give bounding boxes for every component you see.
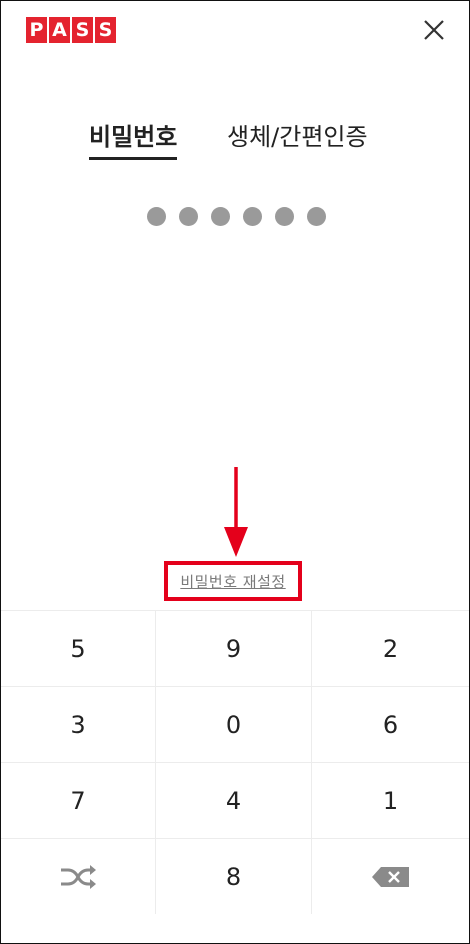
logo-letter: A <box>49 17 70 43</box>
key-digit[interactable]: 7 <box>1 762 156 838</box>
pass-logo: P A S S <box>26 17 116 43</box>
shuffle-icon <box>61 864 96 889</box>
pin-indicator <box>147 207 326 226</box>
key-digit[interactable]: 2 <box>312 610 469 686</box>
reset-highlight-box: 비밀번호 재설정 <box>164 561 302 601</box>
key-digit[interactable]: 0 <box>156 686 312 762</box>
tab-password[interactable]: 비밀번호 <box>89 119 178 160</box>
backspace-icon <box>371 866 409 887</box>
annotation-arrow-icon <box>224 467 248 557</box>
pin-dot <box>211 207 230 226</box>
key-digit[interactable]: 6 <box>312 686 469 762</box>
pin-dot <box>147 207 166 226</box>
key-digit[interactable]: 1 <box>312 762 469 838</box>
auth-screen: P A S S 비밀번호 생체/간편인증 비밀번호 재설정 5 9 2 3 0 … <box>0 0 470 944</box>
shuffle-button[interactable] <box>1 838 156 914</box>
tab-biometric[interactable]: 생체/간편인증 <box>227 119 368 155</box>
close-icon <box>424 20 444 40</box>
key-digit[interactable]: 5 <box>1 610 156 686</box>
secure-keypad: 5 9 2 3 0 6 7 4 1 8 <box>1 610 469 943</box>
reset-password-link[interactable]: 비밀번호 재설정 <box>180 571 285 592</box>
logo-letter: S <box>95 17 116 43</box>
logo-letter: S <box>72 17 93 43</box>
close-button[interactable] <box>421 17 447 43</box>
key-digit[interactable]: 8 <box>156 838 312 914</box>
pin-dot <box>275 207 294 226</box>
key-digit[interactable]: 9 <box>156 610 312 686</box>
backspace-button[interactable] <box>312 838 469 914</box>
pin-dot <box>243 207 262 226</box>
key-digit[interactable]: 4 <box>156 762 312 838</box>
logo-letter: P <box>26 17 47 43</box>
pin-dot <box>179 207 198 226</box>
key-digit[interactable]: 3 <box>1 686 156 762</box>
auth-method-tabs: 비밀번호 생체/간편인증 <box>1 119 469 161</box>
pin-dot <box>307 207 326 226</box>
